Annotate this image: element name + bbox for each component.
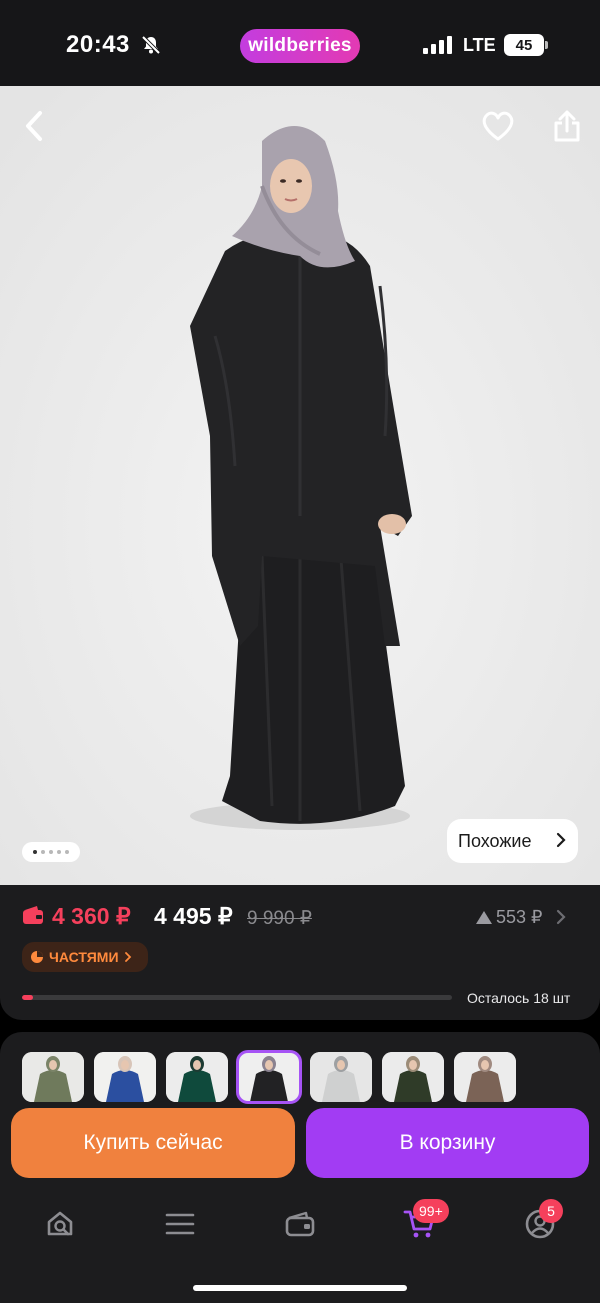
chevron-right-icon [124, 952, 131, 962]
brand-pill[interactable]: wildberries [240, 29, 360, 63]
tab-bar: 99+ 5 [0, 1164, 600, 1303]
pager-dot[interactable] [57, 850, 61, 854]
old-price: 9 990 ₽ [247, 908, 312, 929]
search-home-icon [47, 1211, 73, 1236]
variant-thumbnail-light-grey[interactable] [310, 1052, 372, 1102]
back-button[interactable] [12, 104, 56, 148]
product-photo [0, 86, 600, 885]
heart-icon [482, 111, 514, 141]
bell-slash-icon [141, 35, 161, 55]
installment-badge[interactable]: ЧАСТЯМИ [22, 942, 148, 972]
battery-cap [545, 41, 548, 49]
variant-thumbnail-black[interactable] [236, 1050, 302, 1104]
battery-level: 45 [515, 36, 533, 54]
pie-chart-icon [31, 951, 43, 963]
home-indicator[interactable] [193, 1285, 407, 1291]
variant-thumbnail-mocha[interactable] [454, 1052, 516, 1102]
chevron-left-icon [26, 111, 42, 141]
pager-dot[interactable] [33, 850, 37, 854]
installment-label: ЧАСТЯМИ [49, 949, 119, 965]
profile-badge: 5 [539, 1199, 563, 1223]
signal-icon [423, 36, 452, 54]
chevron-right-icon [556, 832, 566, 848]
variant-thumbnail-dark-green[interactable] [382, 1052, 444, 1102]
tab-home[interactable] [40, 1204, 80, 1244]
current-price: 4 495 ₽ [154, 903, 233, 929]
similar-button[interactable]: Похожие [447, 819, 578, 863]
pager-dot[interactable] [65, 850, 69, 854]
similar-label: Похожие [458, 830, 532, 851]
variant-thumbnail-blue[interactable] [94, 1052, 156, 1102]
variant-thumbnail-olive[interactable] [22, 1052, 84, 1102]
wallet-icon [23, 906, 43, 924]
gallery-pager[interactable] [22, 842, 80, 862]
pager-dot[interactable] [49, 850, 53, 854]
price-history-link[interactable]: 553 ₽ [476, 907, 543, 928]
price-trend-value: 553 ₽ [496, 907, 543, 927]
share-button[interactable] [545, 104, 589, 148]
stock-progress-fill [22, 995, 33, 1000]
tab-wallet[interactable] [280, 1204, 320, 1244]
battery-icon: 45 [504, 34, 544, 56]
variant-thumbnail-emerald[interactable] [166, 1052, 228, 1102]
chevron-right-icon[interactable] [556, 909, 566, 925]
stock-remaining: Осталось 18 шт [467, 990, 571, 1006]
favorite-button[interactable] [476, 104, 520, 148]
wallet-price: 4 360 ₽ [52, 903, 131, 929]
price-card: 4 360 ₽ 4 495 ₽ 9 990 ₽ 553 ₽ ЧАСТЯМИ Ос… [0, 885, 600, 1020]
variant-thumbnails [22, 1050, 582, 1112]
cart-badge: 99+ [413, 1199, 449, 1223]
network-type: LTE [463, 35, 496, 55]
status-time: 20:43 [66, 31, 130, 58]
share-icon [554, 110, 580, 142]
pager-dot[interactable] [41, 850, 45, 854]
menu-icon [165, 1213, 195, 1235]
stock-progress [22, 995, 452, 1000]
product-gallery[interactable]: Похожие [0, 86, 600, 885]
triangle-up-icon [476, 911, 492, 924]
status-bar: 20:43 wildberries LTE 45 [0, 0, 600, 86]
wallet-icon [285, 1211, 315, 1237]
tab-catalog[interactable] [160, 1204, 200, 1244]
